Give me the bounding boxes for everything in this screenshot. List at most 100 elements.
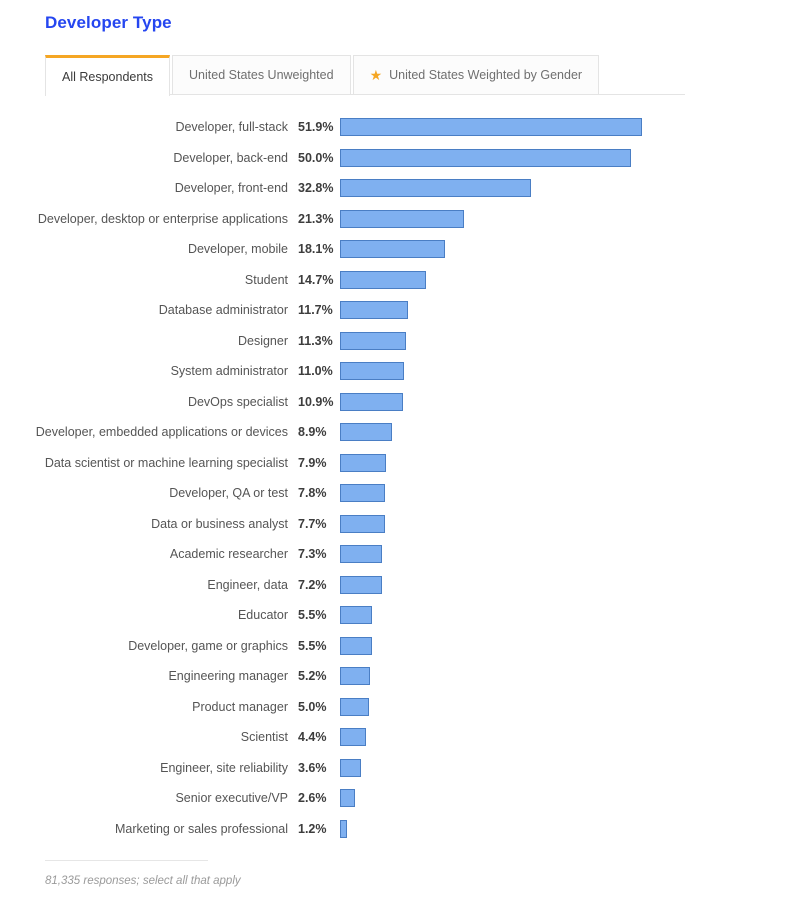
bar-track (340, 789, 800, 808)
bar-category-label: Data or business analyst (151, 516, 288, 531)
bar-row: Designer 11.3% (0, 326, 800, 357)
bar-value-label: 51.9% (298, 120, 334, 135)
bar-value-label: 14.7% (298, 272, 334, 287)
bar-fill (340, 484, 386, 503)
bar-row: Student 14.7% (0, 265, 800, 296)
chart-footer: 81,335 responses; select all that apply (45, 860, 445, 887)
bar-fill (340, 118, 642, 137)
bar-track (340, 636, 800, 655)
tab-strip: All Respondents United States Unweighted ★… (45, 55, 685, 96)
bar-row: Academic researcher 7.3% (0, 539, 800, 570)
bar-fill (340, 362, 404, 381)
bar-fill (340, 819, 347, 838)
bar-row: Product manager 5.0% (0, 692, 800, 723)
bar-row: Marketing or sales professional 1.2% (0, 814, 800, 845)
footer-divider (45, 860, 208, 861)
bar-track (340, 362, 800, 381)
bar-value-label: 5.2% (298, 669, 327, 684)
bar-value-label: 7.2% (298, 577, 327, 592)
bar-value-label: 3.6% (298, 760, 327, 775)
bar-row: Engineering manager 5.2% (0, 661, 800, 692)
star-icon: ★ (369, 66, 383, 83)
bar-fill (340, 697, 370, 716)
bar-fill (340, 606, 372, 625)
bar-value-label: 5.0% (298, 699, 327, 714)
bar-fill (340, 789, 356, 808)
response-count-note: 81,335 responses; select all that apply (45, 875, 241, 887)
page-title: Developer Type (45, 13, 172, 32)
bar-category-label: Academic researcher (169, 547, 288, 562)
tab-all-respondents[interactable]: All Respondents (45, 55, 171, 96)
bar-category-label: Database administrator (158, 303, 288, 318)
tab-united-states-unweighted[interactable]: United States Unweighted (172, 55, 351, 94)
bar-category-label: Developer, mobile (187, 242, 288, 257)
bar-category-label: Scientist (240, 730, 288, 745)
bar-track (340, 667, 800, 686)
bar-value-label: 50.0% (298, 150, 334, 165)
bar-track (340, 148, 800, 167)
bar-row: Senior executive/VP 2.6% (0, 783, 800, 814)
bar-category-label: DevOps specialist (187, 394, 288, 409)
bar-value-label: 21.3% (298, 211, 334, 226)
bar-fill (340, 209, 464, 228)
bar-category-label: Developer, full-stack (175, 120, 288, 135)
bar-fill (340, 148, 631, 167)
bar-row: Scientist 4.4% (0, 722, 800, 753)
bar-value-label: 4.4% (298, 730, 327, 745)
bar-row: Developer, desktop or enterprise applica… (0, 204, 800, 235)
bar-value-label: 7.3% (298, 547, 327, 562)
bar-track (340, 575, 800, 594)
tab-label: All Respondents (62, 70, 154, 84)
bar-fill (340, 179, 531, 198)
bar-value-label: 2.6% (298, 791, 327, 806)
bar-row: System administrator 11.0% (0, 356, 800, 387)
bar-value-label: 5.5% (298, 608, 327, 623)
tab-label: United States Unweighted (189, 68, 334, 82)
bar-value-label: 11.7% (298, 303, 333, 318)
bar-fill (340, 758, 361, 777)
bar-value-label: 5.5% (298, 638, 327, 653)
bar-track (340, 697, 800, 716)
bar-track (340, 240, 800, 259)
bar-fill (340, 667, 371, 686)
bar-track (340, 270, 800, 289)
bar-fill (340, 423, 392, 442)
bar-value-label: 7.7% (298, 516, 327, 531)
bar-row: Developer, embedded applications or devi… (0, 417, 800, 448)
bar-fill (340, 301, 409, 320)
bar-value-label: 11.3% (298, 333, 333, 348)
bar-fill (340, 331, 406, 350)
bar-category-label: Marketing or sales professional (115, 821, 288, 836)
bar-value-label: 7.8% (298, 486, 327, 501)
bar-row: Developer, mobile 18.1% (0, 234, 800, 265)
bar-value-label: 7.9% (298, 455, 327, 470)
bar-category-label: Engineering manager (168, 669, 288, 684)
bar-category-label: Data scientist or machine learning speci… (44, 455, 288, 470)
bar-track (340, 453, 800, 472)
tab-united-states-weighted-by-gender[interactable]: ★ United States Weighted by Gender (352, 55, 600, 94)
bar-row: Engineer, site reliability 3.6% (0, 753, 800, 784)
bar-row: Developer, back-end 50.0% (0, 143, 800, 174)
bar-value-label: 32.8% (298, 181, 334, 196)
bar-track (340, 819, 800, 838)
bar-category-label: Developer, back-end (173, 150, 288, 165)
bar-track (340, 545, 800, 564)
bar-chart: Developer, full-stack 51.9% Developer, bac… (0, 112, 800, 844)
bar-category-label: Designer (237, 333, 288, 348)
bar-row: Data scientist or machine learning speci… (0, 448, 800, 479)
bar-value-label: 1.2% (298, 821, 327, 836)
bar-category-label: Educator (237, 608, 288, 623)
bar-category-label: Engineer, site reliability (160, 760, 288, 775)
bar-category-label: Senior executive/VP (175, 791, 288, 806)
bar-row: Developer, QA or test 7.8% (0, 478, 800, 509)
bar-fill (340, 575, 382, 594)
bar-fill (340, 728, 366, 747)
bar-fill (340, 270, 426, 289)
bar-row: Data or business analyst 7.7% (0, 509, 800, 540)
bar-track (340, 758, 800, 777)
bar-track (340, 331, 800, 350)
bar-row: Developer, full-stack 51.9% (0, 112, 800, 143)
bar-track (340, 209, 800, 228)
bar-track (340, 423, 800, 442)
bar-track (340, 118, 800, 137)
